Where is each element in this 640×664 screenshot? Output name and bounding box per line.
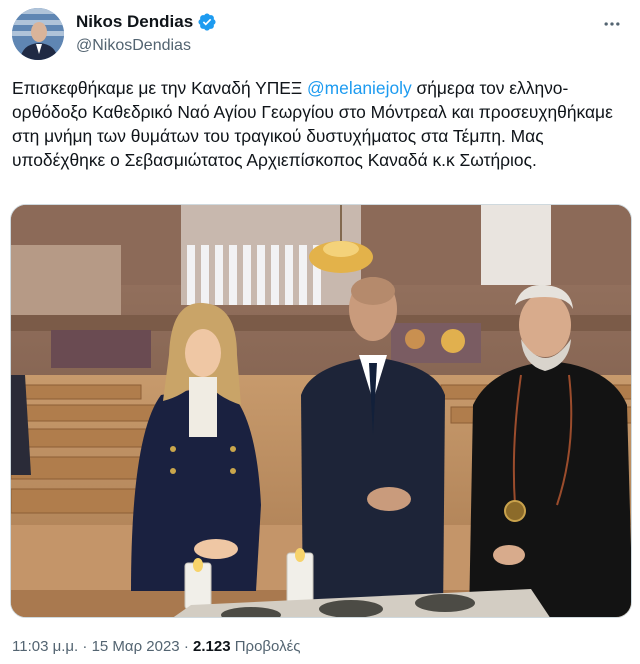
tweet-photo[interactable] [10, 204, 632, 618]
tweet-text: Επισκεφθήκαμε με την Καναδή ΥΠΕΞ @melani… [12, 76, 624, 172]
tweet-header: Nikos Dendias @NikosDendias [12, 8, 628, 60]
mention-link[interactable]: @melaniejoly [307, 78, 412, 98]
author-handle[interactable]: @NikosDendias [76, 37, 217, 55]
tweet-text-part-1: Επισκεφθήκαμε με την Καναδή ΥΠΕΞ [12, 78, 308, 98]
tweet-date[interactable]: 15 Μαρ 2023 [92, 638, 180, 655]
meta-separator: · [82, 638, 88, 655]
tweet-meta: 11:03 μ.μ. · 15 Μαρ 2023 · 2.123 Προβολέ… [12, 638, 301, 655]
avatar[interactable] [12, 8, 64, 60]
more-dots-icon[interactable] [600, 12, 624, 36]
meta-separator-2: · [183, 638, 189, 655]
views-label: Προβολές [234, 638, 301, 655]
views-count: 2.123 [193, 638, 231, 655]
display-name[interactable]: Nikos Dendias [76, 12, 193, 32]
author-names: Nikos Dendias @NikosDendias [76, 11, 217, 55]
tweet-time[interactable]: 11:03 μ.μ. [12, 638, 78, 655]
verified-badge-icon [197, 12, 217, 32]
